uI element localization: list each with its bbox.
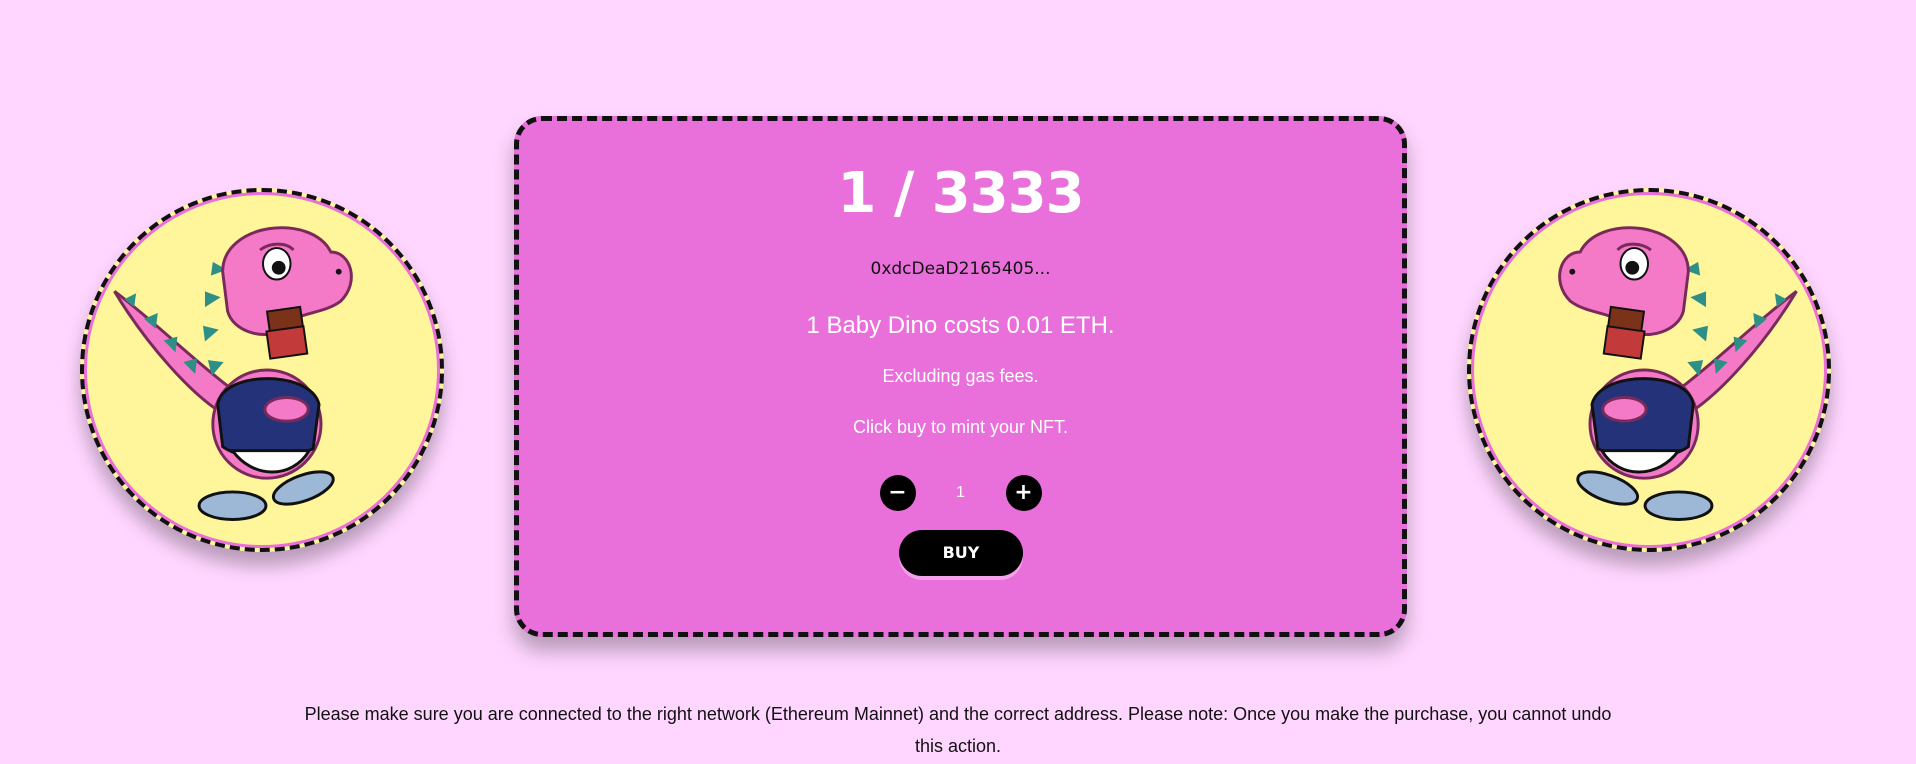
- decrement-button[interactable]: −: [879, 475, 916, 511]
- quantity-value: 1: [956, 484, 965, 501]
- price-text: 1 Baby Dino costs 0.01 ETH.: [806, 312, 1115, 339]
- baby-dino-icon: [113, 226, 353, 521]
- mint-card: 1 / 3333 0xdcDeaD2165405... 1 Baby Dino …: [514, 116, 1407, 637]
- minted-supply-counter: 1 / 3333: [837, 161, 1084, 226]
- baby-dino-image-right: [1467, 188, 1831, 552]
- gas-fee-note: Excluding gas fees.: [882, 366, 1039, 386]
- wallet-address: 0xdcDeaD2165405...: [870, 259, 1051, 279]
- baby-dino-icon: [1558, 226, 1798, 521]
- quantity-stepper: − 1 +: [519, 475, 1402, 511]
- buy-button[interactable]: BUY: [899, 530, 1023, 576]
- network-disclaimer: Please make sure you are connected to th…: [304, 704, 1612, 756]
- baby-dino-image-left: [80, 188, 444, 552]
- mint-instructions: Click buy to mint your NFT.: [852, 417, 1069, 437]
- increment-button[interactable]: +: [1005, 475, 1042, 511]
